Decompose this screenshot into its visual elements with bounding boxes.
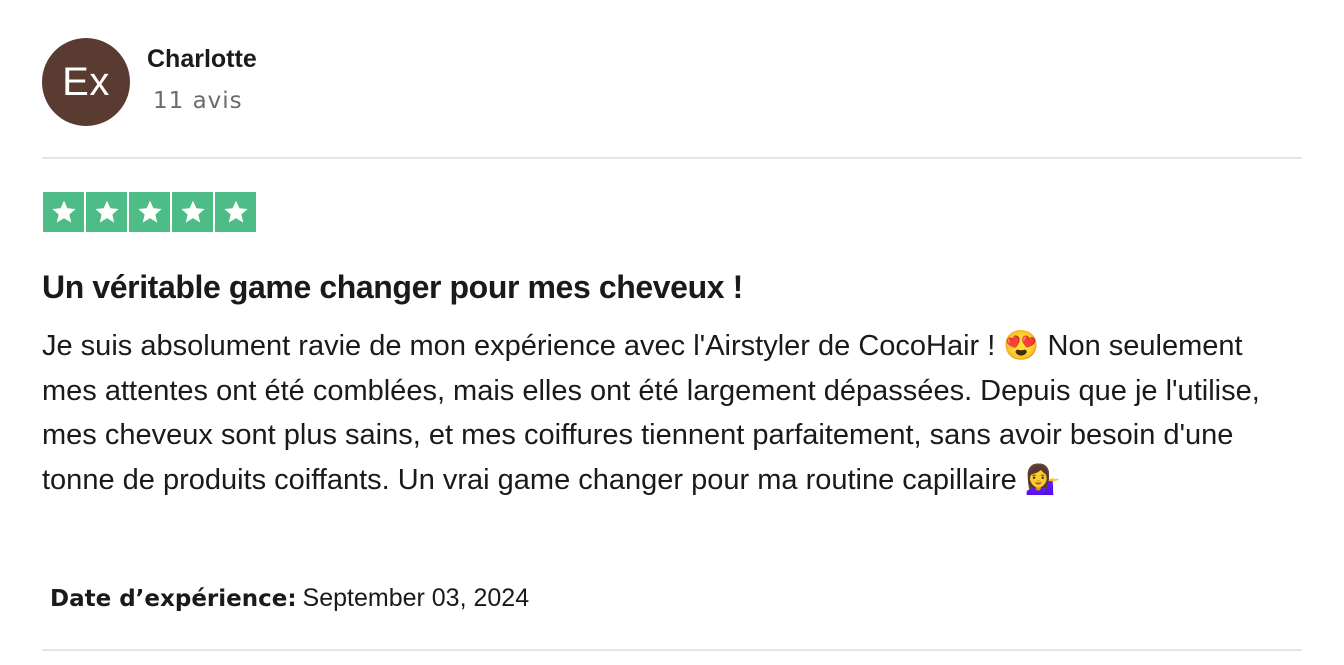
star-icon	[137, 200, 162, 223]
star-icon	[51, 200, 76, 223]
experience-date: Date d’expérience: September 03, 2024	[50, 581, 529, 616]
experience-date-value: September 03, 2024	[302, 584, 530, 612]
review-title: Un véritable game changer pour mes cheve…	[42, 269, 743, 305]
star-icon	[94, 200, 119, 223]
star-box	[172, 192, 213, 232]
experience-date-label: Date d’expérience:	[50, 586, 297, 612]
reviewer-info: Charlotte 11 avis	[147, 38, 257, 116]
star-box	[43, 192, 84, 232]
avatar[interactable]: Ex	[42, 38, 130, 126]
review-count: 11 avis	[153, 88, 243, 114]
reviewer-name[interactable]: Charlotte	[147, 43, 257, 75]
review-body: Je suis absolument ravie de mon expérien…	[42, 330, 1260, 496]
star-icon	[223, 200, 248, 223]
star-box	[215, 192, 256, 232]
header-divider	[42, 157, 1302, 159]
star-rating	[43, 192, 256, 232]
review-card: Ex Charlotte 11 avis	[42, 38, 1302, 126]
review-header: Ex Charlotte 11 avis	[42, 38, 1302, 126]
star-box	[129, 192, 170, 232]
star-icon	[180, 200, 205, 223]
footer-divider	[42, 649, 1302, 651]
star-box	[86, 192, 127, 232]
